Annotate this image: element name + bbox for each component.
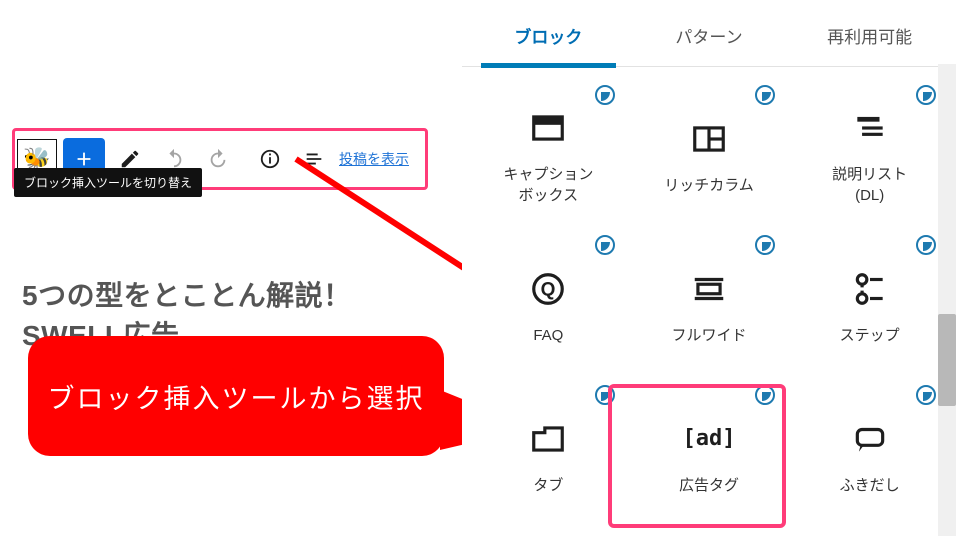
swell-badge-icon (595, 85, 615, 105)
tab-patterns[interactable]: パターン (629, 3, 790, 66)
block-label: キャプション ボックス (503, 164, 593, 206)
block-inserter-panel: ブロック パターン 再利用可能 キャプション ボックス リッチカラム (462, 0, 956, 539)
block-ad-tag[interactable]: [ad] 広告タグ (629, 381, 790, 531)
plus-icon (73, 148, 95, 170)
block-label: 説明リスト (DL) (832, 164, 907, 206)
desc-list-icon (848, 106, 892, 150)
swell-badge-icon (916, 85, 936, 105)
block-speech-balloon[interactable]: ふきだし (789, 381, 950, 531)
swell-badge-icon (916, 385, 936, 405)
callout-text: ブロック挿入ツールから選択 (48, 377, 425, 416)
block-tab[interactable]: タブ (468, 381, 629, 531)
swell-badge-icon (916, 235, 936, 255)
block-grid: キャプション ボックス リッチカラム 説明リスト (DL) (462, 67, 956, 531)
inserter-tooltip: ブロック挿入ツールを切り替え (14, 168, 202, 197)
tab-reusable[interactable]: 再利用可能 (789, 3, 950, 66)
svg-text:Q: Q (541, 279, 556, 300)
info-icon (259, 148, 281, 170)
block-step[interactable]: ステップ (789, 231, 950, 381)
scrollbar-track[interactable] (938, 64, 956, 536)
block-label: ステップ (840, 325, 900, 346)
tab-icon (526, 417, 570, 461)
swell-badge-icon (595, 235, 615, 255)
block-faq[interactable]: Q FAQ (468, 231, 629, 381)
ad-tag-icon: [ad] (687, 417, 731, 461)
block-label: 広告タグ (679, 475, 739, 496)
block-rich-columns[interactable]: リッチカラム (629, 81, 790, 231)
full-wide-icon (687, 267, 731, 311)
redo-icon (207, 148, 229, 170)
tab-blocks[interactable]: ブロック (468, 3, 629, 66)
scrollbar-thumb[interactable] (938, 314, 956, 406)
block-description-list[interactable]: 説明リスト (DL) (789, 81, 950, 231)
details-button[interactable] (251, 140, 289, 178)
block-label: FAQ (533, 325, 563, 346)
redo-button[interactable] (199, 140, 237, 178)
faq-icon: Q (526, 267, 570, 311)
undo-icon (163, 148, 185, 170)
swell-badge-icon (755, 85, 775, 105)
swell-badge-icon (755, 385, 775, 405)
block-label: リッチカラム (664, 175, 754, 196)
view-post-link[interactable]: 投稿を表示 (339, 149, 409, 169)
block-label: フルワイド (672, 325, 747, 346)
rich-columns-icon (687, 117, 731, 161)
speech-icon (848, 417, 892, 461)
step-icon (848, 267, 892, 311)
inserter-tabs: ブロック パターン 再利用可能 (462, 0, 956, 66)
caption-box-icon (526, 106, 570, 150)
block-label: ふきだし (840, 475, 900, 496)
block-full-wide[interactable]: フルワイド (629, 231, 790, 381)
swell-badge-icon (595, 385, 615, 405)
swell-badge-icon (755, 235, 775, 255)
block-caption-box[interactable]: キャプション ボックス (468, 81, 629, 231)
pencil-icon (119, 148, 141, 170)
block-label: タブ (533, 475, 563, 496)
annotation-callout: ブロック挿入ツールから選択 (28, 336, 444, 456)
